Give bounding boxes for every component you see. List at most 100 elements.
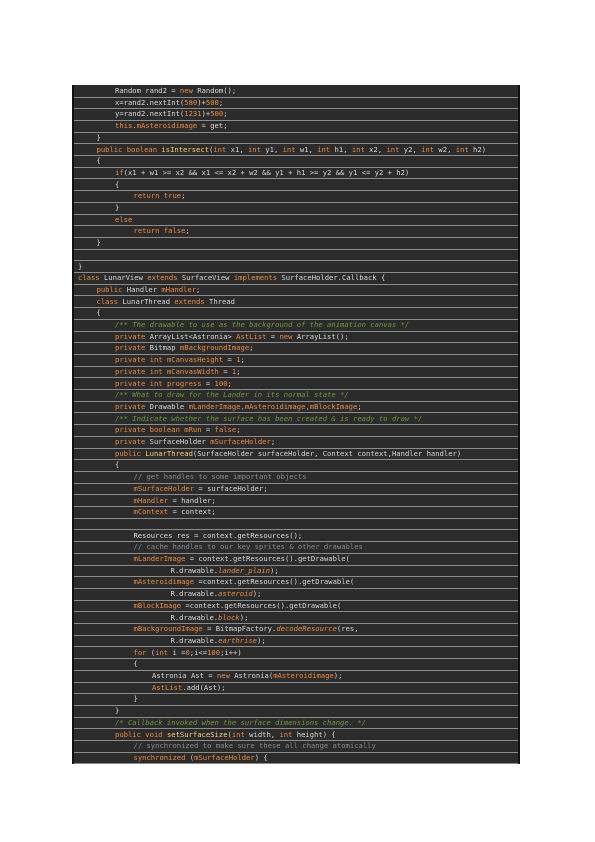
code-line: private boolean mRun = false; (74, 424, 518, 437)
code-token: Drawable (145, 401, 189, 411)
code-token: for (133, 647, 147, 657)
code-token: public (115, 448, 141, 458)
code-line: /** The drawable to use as the backgroun… (74, 319, 518, 332)
code-token: mAsteroidimage (133, 577, 195, 587)
code-token: mRun (184, 425, 202, 435)
code-token: = surfaceHolder; (194, 483, 268, 493)
code-token: R.drawable. (170, 612, 219, 622)
code-token: ); (333, 671, 343, 680)
code-token: false (214, 425, 237, 435)
code-token: h2) (468, 144, 487, 154)
code-token: int (351, 144, 365, 154)
code-token: new (279, 331, 293, 341)
code-token: AstList (236, 331, 267, 341)
code-line: mAsteroidimage =context.getResources().g… (74, 576, 518, 589)
code-token: int (155, 647, 169, 657)
code-token: int (279, 729, 293, 739)
code-line: private int mCanvasHeight = 1; (74, 354, 518, 367)
code-token: // get handles to some important objects (133, 472, 307, 482)
code-line: private ArrayList<Astronia> AstList = ne… (74, 331, 518, 344)
code-line: synchronized (mSurfaceHolder) { (74, 752, 518, 765)
code-token: SurfaceView (177, 273, 234, 283)
code-token: lander_plain (218, 565, 271, 575)
code-token: int (231, 729, 245, 739)
code-token: .add(Ast); (182, 682, 226, 692)
code-token: int (421, 144, 435, 154)
code-line: return true; (74, 190, 518, 203)
code-line: mHandler = handler; (74, 495, 518, 507)
code-token: (SurfaceHolder surfaceHolder, Context co… (192, 448, 462, 458)
code-token: mBackgroundImage (133, 624, 203, 634)
code-token: int (282, 144, 296, 154)
code-token: ; (249, 343, 254, 353)
code-line (74, 518, 518, 531)
code-token: new (179, 86, 193, 95)
code-token: width, (244, 729, 280, 739)
code-token: mContext (133, 507, 169, 517)
code-token: ; (227, 378, 232, 388)
code-token: ; (236, 366, 241, 376)
code-token: /** What to draw for the Lander in its n… (115, 390, 349, 400)
code-token: ); (257, 635, 266, 645)
code-token: ; (357, 401, 362, 411)
code-line: public Handler mHandler; (74, 284, 518, 297)
code-token: } (96, 238, 101, 248)
code-token: int (213, 144, 227, 154)
code-token: = handler; (168, 495, 216, 505)
code-line: /** Indicate whether the surface has bee… (74, 413, 518, 426)
code-line: { (74, 307, 518, 320)
code-token: implements (233, 273, 278, 283)
code-token: } (133, 694, 138, 704)
code-token: ; (218, 97, 224, 107)
code-line: /** What to draw for the Lander in its n… (74, 389, 518, 402)
code-line: mContext = context; (74, 506, 518, 519)
code-token: Astronia Ast = (152, 671, 217, 680)
code-token: Resources res = context.getResources(); (133, 530, 303, 540)
code-token: private (115, 437, 146, 446)
code-token: this (115, 121, 133, 131)
code-token: int (247, 144, 261, 154)
code-token: = context.getResources().getDrawable( (185, 554, 350, 563)
code-token: mSurfaceHolder (194, 752, 255, 762)
code-token: i = (168, 647, 186, 657)
code-token: /** Indicate whether the surface has bee… (115, 413, 423, 423)
code-line: private int progress = 100; (74, 378, 518, 390)
code-token: ); (270, 565, 279, 575)
code-token: { (115, 179, 120, 189)
code-line: } (74, 132, 518, 145)
code-token: y=rand2.nextInt( (115, 109, 185, 119)
code-token: = (201, 378, 215, 388)
code-line: } (74, 693, 518, 706)
code-token: } (115, 706, 120, 716)
code-token: = (223, 355, 237, 365)
code-token: } (115, 203, 120, 212)
code-line: } (74, 261, 518, 273)
code-line: } (74, 237, 518, 250)
code-token: extends (147, 273, 178, 283)
code-token: )+ (201, 109, 211, 119)
code-token: ; (181, 191, 186, 201)
code-line: private SurfaceHolder mSurfaceHolder; (74, 436, 518, 449)
code-token: { (133, 659, 138, 669)
code-token: h1, (330, 144, 352, 154)
code-token: int (386, 144, 400, 154)
code-token: (res, (336, 624, 359, 634)
code-token: int (317, 144, 331, 154)
code-token: R.drawable. (170, 565, 219, 575)
code-token: )+ (197, 97, 206, 107)
code-line: mLanderImage = context.getResources().ge… (74, 553, 518, 566)
code-token: mAsteroidimage (136, 121, 198, 131)
code-token: = (266, 331, 280, 341)
code-line: this.mAsteroidimage = get; (74, 120, 518, 133)
code-token: x=rand2.nextInt( (115, 97, 185, 107)
code-block: Random rand2 = new Random(); x=rand2.next… (72, 85, 520, 765)
code-token: = (201, 425, 215, 435)
code-token: SurfaceHolder (145, 437, 211, 446)
code-token: private int (115, 366, 163, 376)
code-token: mSurfaceHolder (210, 437, 271, 446)
code-line: R.drawable.asteroid); (74, 588, 518, 601)
code-token: ( (185, 752, 195, 762)
code-token: earthrise (218, 635, 258, 645)
code-line: /* Callback invoked when the surface dim… (74, 717, 518, 730)
code-line: y=rand2.nextInt(1231)+500; (74, 108, 518, 121)
